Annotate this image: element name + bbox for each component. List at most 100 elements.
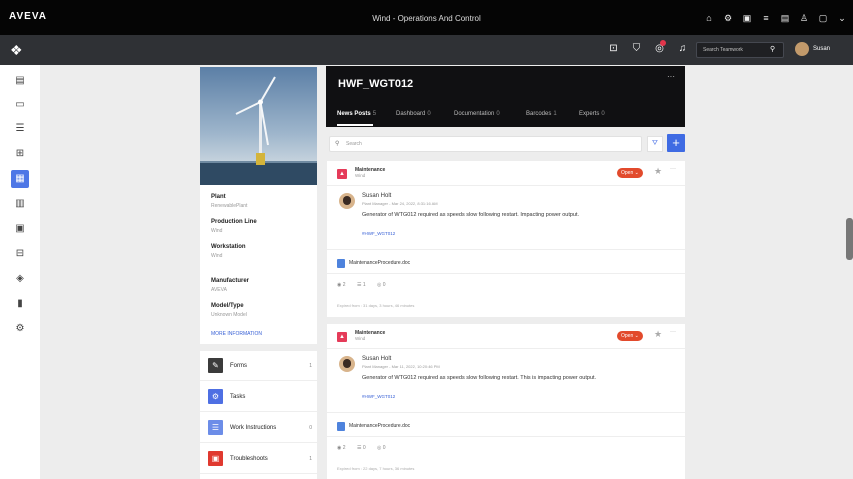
- folder-icon[interactable]: ▭: [11, 96, 29, 114]
- author-avatar: [339, 356, 355, 372]
- hierarchy-icon[interactable]: ⊞: [11, 145, 29, 163]
- divider: [327, 249, 685, 250]
- chart-icon[interactable]: ▮: [11, 295, 29, 313]
- search-icon[interactable]: ⚲: [770, 45, 775, 53]
- production-line-label: Production Line: [211, 219, 257, 225]
- tab-count: 1: [553, 111, 557, 117]
- status-badge[interactable]: Open ⌄: [617, 168, 643, 178]
- screenshot-icon[interactable]: ⊡: [608, 43, 619, 54]
- action-tasks[interactable]: ⚙ Tasks: [200, 382, 317, 412]
- model-type-value: Unknown Model: [211, 312, 247, 318]
- comments-count: 0: [362, 445, 366, 451]
- clipboard-icon[interactable]: ▤: [11, 72, 29, 90]
- tab-dashboard[interactable]: Dashboard 0: [396, 111, 431, 117]
- post-expiry: Expired from : 22 days, 7 hours, 36 minu…: [337, 466, 415, 471]
- news-post: ▲ Maintenance Wind Open ⌄ ★ ··· Susan Ho…: [327, 324, 685, 479]
- star-icon[interactable]: ★: [654, 166, 662, 177]
- active-tab-indicator: [337, 124, 373, 126]
- settings-icon[interactable]: ⚙: [11, 320, 29, 338]
- asset-header: HWF_WGT012 ··· News Posts 5 Dashboard 0 Do…: [326, 66, 685, 127]
- post-tag[interactable]: #HWF_WGT012: [362, 394, 395, 399]
- views-count: 2: [342, 282, 346, 288]
- stack-icon[interactable]: ☰: [11, 120, 29, 138]
- notification-icon[interactable]: ◎: [654, 40, 666, 54]
- asset-icon[interactable]: ▦: [11, 170, 29, 188]
- link-icon: ◎: [377, 445, 382, 451]
- wind-turbine-photo: [200, 67, 317, 185]
- post-author[interactable]: Susan Holt: [362, 193, 391, 199]
- comments-stat[interactable]: ☰ 0: [357, 445, 366, 451]
- chevron-down-icon[interactable]: ⌄: [837, 13, 847, 24]
- status-badge[interactable]: Open ⌄: [617, 331, 643, 341]
- eye-icon: ◉: [337, 445, 342, 451]
- views-count: 2: [342, 445, 346, 451]
- comment-icon: ☰: [357, 282, 362, 288]
- monitor-icon[interactable]: ▣: [11, 220, 29, 238]
- workstation-label: Workstation: [211, 244, 246, 250]
- tab-label: Experts: [579, 111, 600, 117]
- action-troubleshoots[interactable]: ▣ Troubleshoots 1: [200, 444, 317, 474]
- left-navigation: ▤ ▭ ☰ ⊞ ▦ ▥ ▣ ⊟ ◈ ▮ ⚙: [0, 65, 40, 479]
- action-label: Tasks: [230, 394, 246, 400]
- document-icon[interactable]: ▤: [780, 13, 790, 24]
- person-icon[interactable]: ♙: [799, 13, 809, 24]
- feed-search-input[interactable]: [329, 136, 642, 152]
- star-icon[interactable]: ★: [654, 329, 662, 340]
- action-count: 1: [309, 456, 312, 462]
- teamwork-toolbar: ❖ ⊡ ⛉ ◎ ♫ ⚲ Susan: [0, 35, 853, 65]
- action-forms[interactable]: ✎ Forms 1: [200, 351, 317, 381]
- user-avatar[interactable]: [795, 42, 809, 56]
- tab-documentation[interactable]: Documentation 0: [454, 111, 500, 117]
- post-tag[interactable]: #HWF_WGT012: [362, 231, 395, 236]
- more-options-icon[interactable]: ···: [667, 72, 675, 81]
- title-bar-icons: ⌂ ⚙ ▣ ≡ ▤ ♙ ▢ ⌄: [704, 13, 847, 24]
- add-post-button[interactable]: +: [667, 134, 685, 152]
- graduation-icon[interactable]: ◈: [11, 270, 29, 288]
- post-author[interactable]: Susan Holt: [362, 356, 391, 362]
- action-work-instructions[interactable]: ☰ Work Instructions 0: [200, 413, 317, 443]
- machine-icon[interactable]: ⊟: [11, 245, 29, 263]
- post-body: Generator of WTG012 required as speeds s…: [362, 212, 580, 218]
- app-title-bar: AVEVA Wind - Operations And Control ⌂ ⚙ …: [0, 0, 853, 35]
- maintenance-icon: ▲: [337, 332, 347, 342]
- shield-icon[interactable]: ⛉: [631, 43, 642, 54]
- post-more-icon[interactable]: ···: [670, 329, 676, 335]
- user-name[interactable]: Susan: [813, 46, 830, 52]
- post-subcategory: Wind: [355, 173, 366, 178]
- links-stat[interactable]: ◎ 0: [377, 445, 386, 451]
- window-icon[interactable]: ▢: [818, 13, 828, 24]
- divider: [327, 412, 685, 413]
- views-stat[interactable]: ◉ 2: [337, 445, 346, 451]
- filter-button[interactable]: ⛛: [647, 136, 663, 152]
- printer-icon[interactable]: ▣: [742, 13, 752, 24]
- divider: [327, 348, 685, 349]
- manufacturer-value: AVEVA: [211, 287, 227, 293]
- links-stat[interactable]: ◎ 0: [377, 282, 386, 288]
- server-icon[interactable]: ▥: [11, 195, 29, 213]
- post-meta: Plant Manager - Mar 24, 2022, 8:31:16 AM: [362, 201, 438, 206]
- more-information-link[interactable]: MORE INFORMATION: [211, 331, 262, 337]
- post-attachment[interactable]: MaintenanceProcedure.doc: [349, 260, 410, 266]
- document-icon: [337, 422, 345, 431]
- divider: [327, 436, 685, 437]
- comments-stat[interactable]: ☰ 1: [357, 282, 366, 288]
- tab-experts[interactable]: Experts 0: [579, 111, 605, 117]
- post-attachment[interactable]: MaintenanceProcedure.doc: [349, 423, 410, 429]
- window-edge-handle: [846, 218, 853, 260]
- tab-news-posts[interactable]: News Posts 5: [337, 111, 376, 117]
- apps-icon[interactable]: ❖: [10, 42, 23, 59]
- action-label: Work Instructions: [230, 425, 277, 431]
- gear-icon[interactable]: ⚙: [723, 13, 733, 24]
- post-more-icon[interactable]: ···: [670, 166, 676, 172]
- home-icon[interactable]: ⌂: [704, 13, 714, 24]
- production-line-value: Wind: [211, 228, 223, 234]
- bell-icon[interactable]: ♫: [677, 43, 688, 54]
- views-stat[interactable]: ◉ 2: [337, 282, 346, 288]
- tab-count: 0: [427, 111, 431, 117]
- comments-count: 1: [362, 282, 366, 288]
- tab-barcodes[interactable]: Barcodes 1: [526, 111, 557, 117]
- asset-title: HWF_WGT012: [338, 78, 414, 90]
- action-label: Troubleshoots: [230, 456, 268, 462]
- list-icon[interactable]: ≡: [761, 13, 771, 24]
- author-avatar: [339, 193, 355, 209]
